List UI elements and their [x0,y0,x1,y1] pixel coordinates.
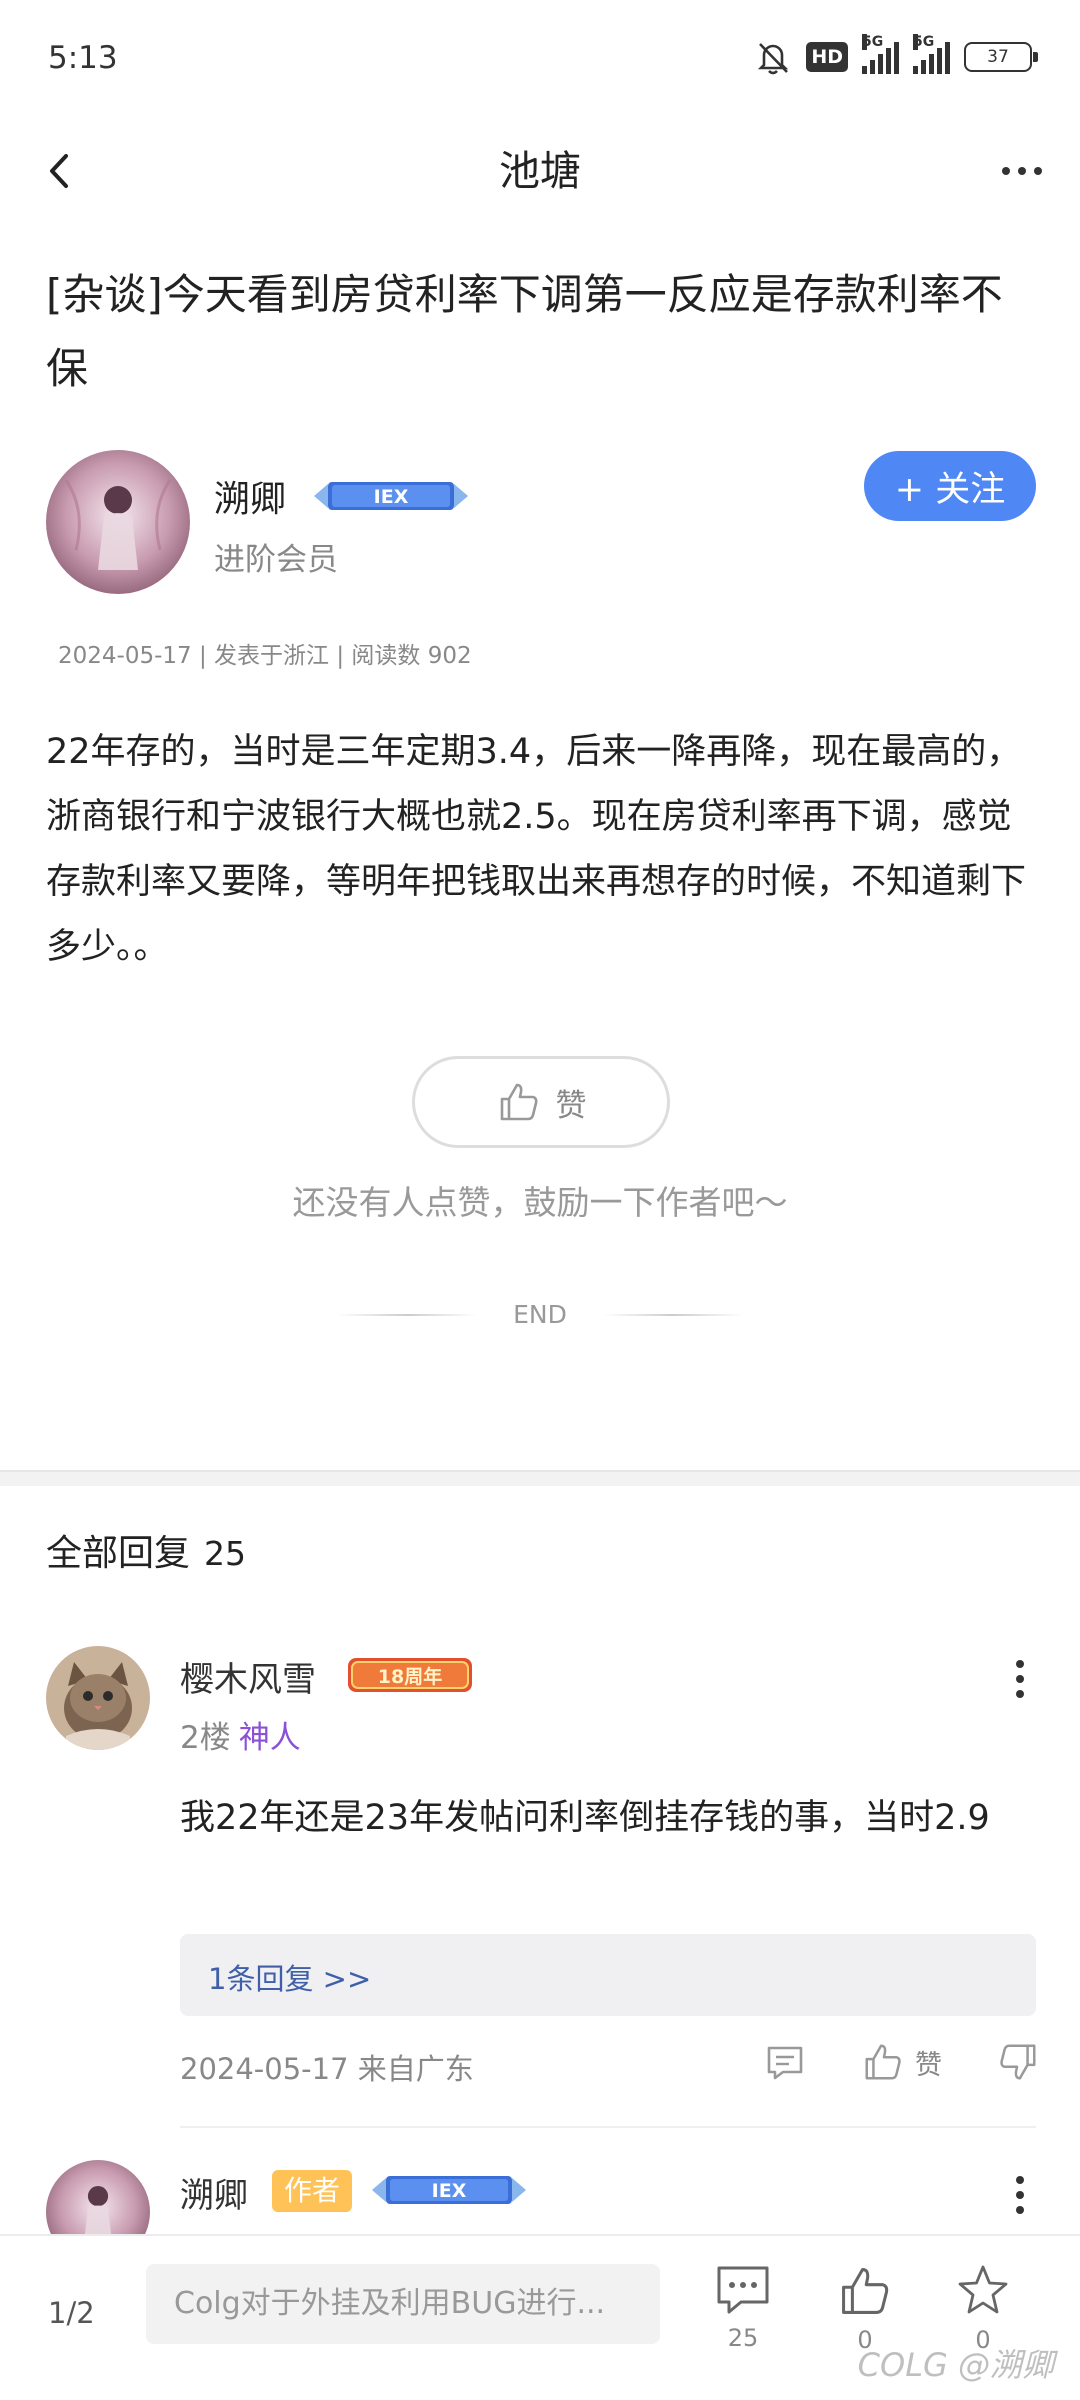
anniversary-badge: 18周年 [346,1654,474,1700]
signal-icon-2: 5G [913,34,950,74]
sub-reply-label[interactable]: 1条回复 >> [208,1956,371,1998]
mute-bell-icon [754,38,792,76]
svg-text:18周年: 18周年 [378,1665,442,1688]
thumbs-up-icon [500,1083,537,1121]
user-title: 神人 [238,1720,301,1756]
battery-icon: 37 [964,42,1038,72]
nav-bar: 池塘 [0,120,1080,220]
thumbs-up-icon [842,2268,889,2314]
end-divider-left [337,1313,478,1316]
thumbs-up-icon [865,2044,901,2080]
end-label: END [513,1300,567,1329]
status-bar: 5:13 HD 5G 5G 37 [0,0,1080,120]
sub-reply-link[interactable]: 1条回复 >> [180,1934,1036,2016]
page-indicator[interactable]: 1/2 [48,2296,95,2330]
comments-button[interactable]: 25 [698,2262,788,2352]
author-badge: IEX [370,2170,528,2214]
reply-more-icon[interactable] [1000,1654,1040,1704]
floor-number: 2楼 [180,1720,231,1756]
reply-date: 2024-05-17 来自广东 [180,2052,474,2086]
svg-text:IEX: IEX [374,486,409,508]
reply-avatar[interactable] [46,1646,150,1750]
reply-floor: 2楼 神人 [180,1712,301,1757]
end-marker: END [0,1300,1080,1329]
bottom-bar: 1/2 Colg对于外挂及利用BUG进行... 25 0 0 COLG @溯卿 [0,2234,1080,2400]
comment-icon [717,2266,769,2314]
comments-count: 25 [727,2324,759,2352]
post-meta: 2024-05-17 | 发表于浙江 | 阅读数 902 [58,643,472,669]
replies-count: 25 [204,1534,247,1573]
hd-icon: HD [806,42,848,72]
reply-author-name[interactable]: 溯卿 [180,2168,248,2217]
watermark: COLG @溯卿 [857,2346,1054,2384]
reply-author-name[interactable]: 樱木风雪 [180,1652,316,1701]
reply-dislike-button[interactable] [996,2040,1040,2084]
signal-icon: 5G [862,34,899,74]
more-icon[interactable] [992,144,1052,198]
svg-text:IEX: IEX [432,2180,467,2202]
post-title: [杂谈]今天看到房贷利率下调第一反应是存款利率不保 [46,270,1003,393]
like-button[interactable]: 赞 [412,1056,670,1148]
section-divider [0,1470,1080,1486]
comment-icon [767,2046,803,2080]
author-tag: 作者 [272,2170,353,2212]
reply-like-button[interactable]: 赞 [861,2040,942,2084]
follow-button[interactable]: + 关注 [864,451,1036,521]
reply-content: 我22年还是23年发帖问利率倒挂存钱的事，当时2.9 [180,1798,990,1838]
post-body: 22年存的，当时是三年定期3.4，后来一降再降，现在最高的，浙商银行和宁波银行大… [46,732,1027,967]
status-icons: HD 5G 5G 37 [754,34,1038,76]
thumbs-down-icon [1000,2044,1036,2080]
reply-comment-button[interactable] [763,2040,807,2084]
like-hint: 还没有人点赞，鼓励一下作者吧～ [292,1183,788,1222]
page-title: 池塘 [499,147,581,195]
reply-like-label: 赞 [915,2049,942,2081]
author-badge: IEX [312,476,470,516]
reply-actions: 赞 [763,2040,1040,2084]
reply-input[interactable]: Colg对于外挂及利用BUG进行... [146,2264,660,2344]
end-divider-right [602,1313,743,1316]
replies-header-label: 全部回复 [46,1533,191,1574]
author-level: 进阶会员 [214,542,338,578]
status-time: 5:13 [48,40,118,76]
reply-more-icon[interactable] [1000,2170,1040,2220]
author-name[interactable]: 溯卿 [214,470,286,522]
avatar[interactable] [46,450,190,594]
replies-header: 全部回复 25 [46,1524,246,1576]
star-icon [958,2265,1008,2314]
like-label: 赞 [555,1087,587,1124]
reply-separator [180,2126,1036,2128]
